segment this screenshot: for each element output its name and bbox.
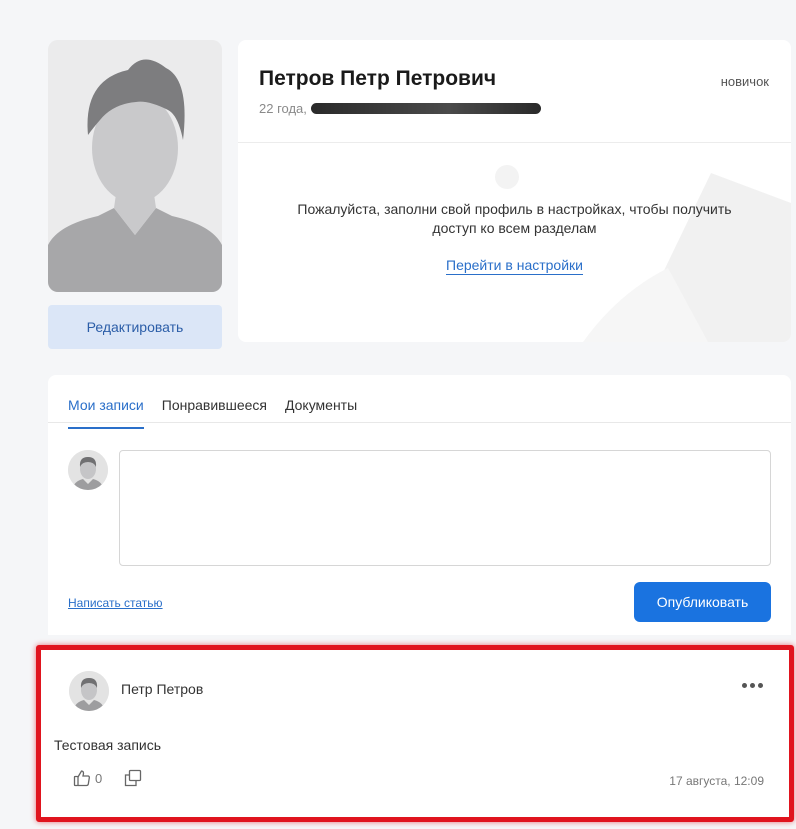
tab-liked[interactable]: Понравившееся — [162, 397, 267, 429]
background-arrow-icon — [495, 165, 791, 342]
tab-my-posts[interactable]: Мои записи — [68, 397, 144, 429]
avatar-placeholder-icon — [48, 40, 222, 292]
feed-card: Мои записи Понравившееся Документы Напис… — [48, 375, 791, 635]
rank-badge: новичок — [720, 74, 769, 89]
thumbs-up-icon[interactable] — [73, 769, 91, 787]
repost-icon[interactable] — [124, 769, 142, 787]
post-card: Петр Петров Тестовая запись 0 17 августа… — [36, 645, 794, 822]
tab-documents[interactable]: Документы — [285, 397, 357, 429]
settings-link[interactable]: Перейти в настройки — [446, 257, 583, 275]
post-text: Тестовая запись — [54, 737, 162, 753]
edit-profile-button[interactable]: Редактировать — [48, 305, 222, 349]
profile-avatar — [48, 40, 222, 292]
publish-button[interactable]: Опубликовать — [634, 582, 771, 622]
profile-notice: Пожалуйста, заполни свой профиль в настр… — [297, 201, 732, 236]
profile-name: Петров Петр Петрович — [259, 67, 497, 90]
feed-tabs: Мои записи Понравившееся Документы — [68, 397, 375, 429]
avatar-placeholder-icon — [68, 450, 108, 490]
post-composer-input[interactable] — [119, 450, 771, 566]
profile-meta: 22 года, — [259, 101, 541, 116]
redacted-email — [310, 103, 541, 114]
like-count: 0 — [95, 770, 103, 786]
composer-avatar — [68, 450, 108, 490]
more-dots-icon[interactable] — [742, 683, 763, 688]
post-date: 17 августа, 12:09 — [669, 774, 764, 788]
write-article-link[interactable]: Написать статью — [68, 596, 163, 610]
post-author-avatar[interactable] — [69, 671, 109, 711]
profile-age: 22 года, — [259, 101, 307, 116]
tabs-divider — [48, 422, 791, 423]
avatar-placeholder-icon — [69, 671, 109, 711]
post-author-name[interactable]: Петр Петров — [121, 681, 203, 697]
post-actions: 0 — [73, 769, 142, 787]
profile-card: Петров Петр Петрович 22 года, новичок По… — [238, 40, 791, 342]
